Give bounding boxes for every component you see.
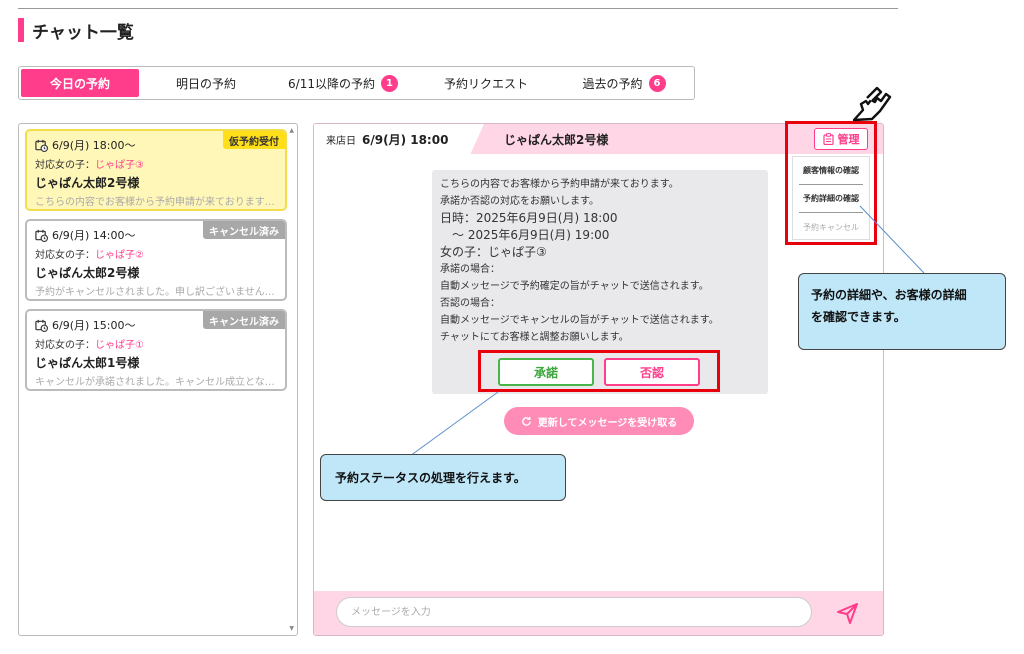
leader-line-detail [859, 205, 925, 274]
leader-line-status [409, 391, 499, 457]
callout-detail-line2: を確認できます。 [811, 310, 906, 324]
callout-detail: 予約の詳細や、お客様の詳細 を確認できます。 [798, 273, 1006, 350]
pointing-hand-icon [852, 86, 892, 122]
callout-detail-line1: 予約の詳細や、お客様の詳細 [811, 288, 967, 302]
callout-status: 予約ステータスの処理を行えます。 [320, 454, 566, 501]
